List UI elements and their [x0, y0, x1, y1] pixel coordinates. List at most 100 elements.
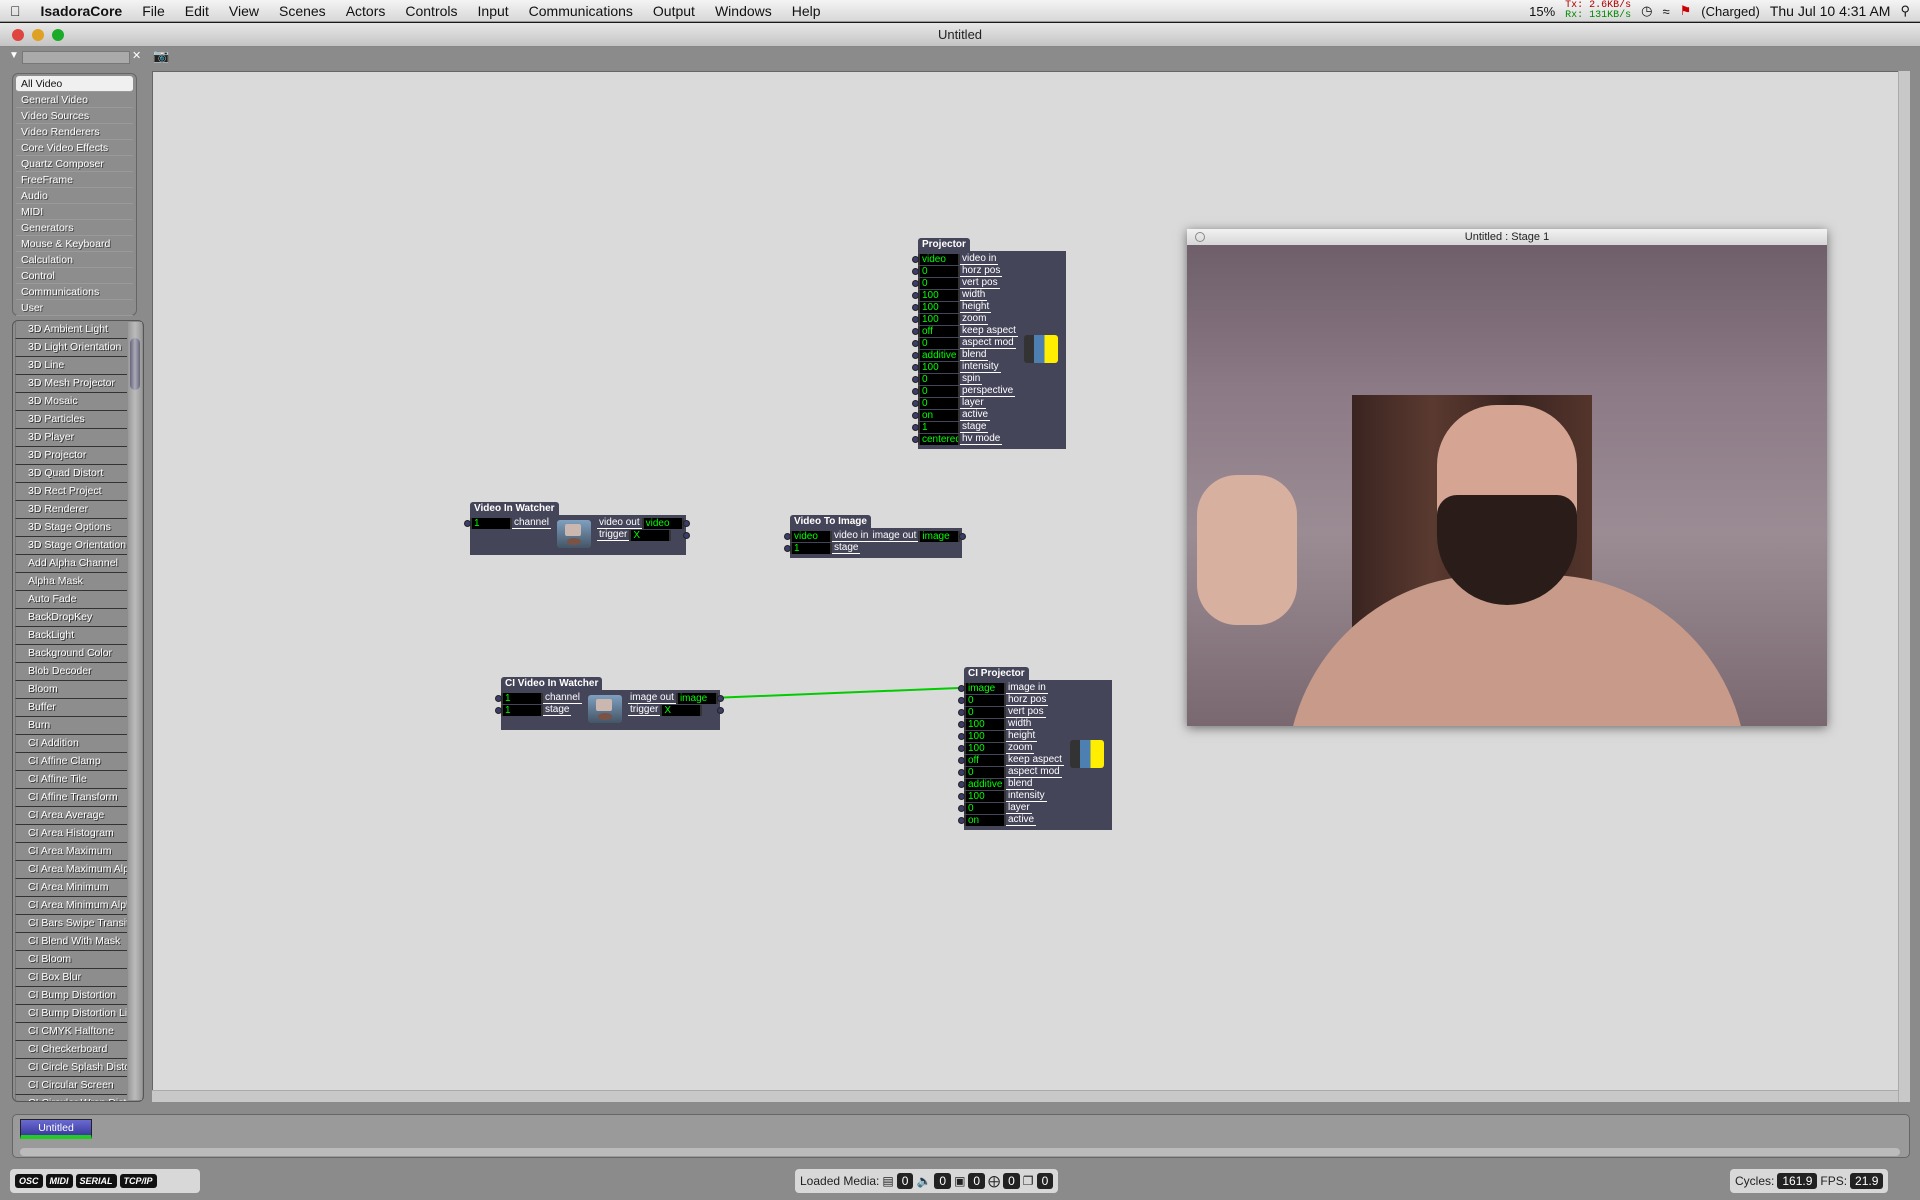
scroll-thumb[interactable] [130, 338, 140, 390]
actor-list-item[interactable]: CI Area Average [15, 807, 127, 825]
actor-ci-video-in-watcher[interactable]: CI Video In Watcher 1 channel 1 stage image o… [495, 677, 724, 730]
actor-list-item[interactable]: 3D Mesh Projector [15, 375, 127, 393]
flag-icon[interactable]: ⚑ [1680, 3, 1692, 19]
input-port[interactable] [912, 303, 919, 311]
actor-title[interactable]: Video In Watcher [470, 502, 559, 515]
input-value[interactable]: 1 [501, 692, 543, 704]
actor-list-item[interactable]: CI Circular Screen [15, 1077, 127, 1095]
menu-app[interactable]: IsadoraCore [31, 3, 133, 19]
time-machine-icon[interactable]: ◷ [1641, 3, 1652, 19]
input-port[interactable] [912, 399, 919, 407]
actor-list-item[interactable]: BackDropKey [15, 609, 127, 627]
input-port[interactable] [912, 423, 919, 431]
menu-edit[interactable]: Edit [175, 3, 219, 19]
wifi-icon[interactable]: ≈ [1663, 4, 1670, 19]
category-item[interactable]: Generators [16, 220, 133, 236]
actor-title[interactable]: CI Video In Watcher [501, 677, 603, 690]
output-port[interactable] [682, 531, 690, 539]
spotlight-icon[interactable]: ⚲ [1900, 3, 1910, 19]
actor-list-item[interactable]: 3D Player [15, 429, 127, 447]
input-port[interactable] [912, 315, 919, 323]
input-value[interactable]: centered [918, 433, 960, 445]
actor-list-item[interactable]: CI Circular Wrap Distortion [15, 1095, 127, 1101]
category-item[interactable]: Calculation [16, 252, 133, 268]
category-item[interactable]: All Video [16, 76, 133, 92]
actor-list-item[interactable]: CI Bloom [15, 951, 127, 969]
input-port[interactable] [958, 720, 965, 728]
input-port[interactable] [958, 792, 965, 800]
input-port[interactable] [912, 327, 919, 335]
input-port[interactable] [912, 279, 919, 287]
input-value[interactable]: 100 [918, 289, 960, 301]
category-item[interactable]: General Video [16, 92, 133, 108]
zoom-button[interactable] [52, 29, 64, 41]
close-button[interactable] [12, 29, 24, 41]
actor-list-item[interactable]: 3D Rect Project [15, 483, 127, 501]
actor-list-item[interactable]: CI Blend With Mask [15, 933, 127, 951]
input-port[interactable] [912, 435, 919, 443]
disclosure-icon[interactable]: ▼ [9, 50, 19, 61]
output-port[interactable] [959, 532, 967, 540]
category-item[interactable]: Communications [16, 284, 133, 300]
input-value[interactable]: 0 [918, 337, 960, 349]
menu-output[interactable]: Output [643, 3, 705, 19]
actor-list-item[interactable]: 3D Particles [15, 411, 127, 429]
actor-list-item[interactable]: 3D Quad Distort [15, 465, 127, 483]
input-value[interactable]: on [918, 409, 960, 421]
input-value[interactable]: 100 [964, 742, 1006, 754]
actor-list-item[interactable]: CI Bars Swipe Transition [15, 915, 127, 933]
apple-icon[interactable]:  [0, 3, 31, 19]
input-port[interactable] [912, 339, 919, 347]
input-value[interactable]: 0 [918, 397, 960, 409]
input-value[interactable]: 0 [918, 265, 960, 277]
input-port[interactable] [958, 708, 965, 716]
scene-untitled[interactable]: Untitled [20, 1119, 92, 1139]
stage-window[interactable]: Untitled : Stage 1 [1187, 229, 1827, 726]
input-port[interactable] [912, 255, 919, 263]
actor-list-item[interactable]: CI CMYK Halftone [15, 1023, 127, 1041]
input-port[interactable] [784, 532, 791, 540]
menu-view[interactable]: View [219, 3, 269, 19]
input-port[interactable] [958, 756, 965, 764]
canvas-hscrollbar[interactable] [152, 1090, 1910, 1102]
actor-list-item[interactable]: Buffer [15, 699, 127, 717]
menu-input[interactable]: Input [468, 3, 519, 19]
actor-title[interactable]: CI Projector [964, 667, 1029, 680]
category-item[interactable]: Core Video Effects [16, 140, 133, 156]
canvas-vscrollbar[interactable] [1898, 71, 1910, 1102]
input-port[interactable] [912, 267, 919, 275]
clock[interactable]: Thu Jul 10 4:31 AM [1770, 3, 1891, 19]
actor-list-item[interactable]: Add Alpha Channel [15, 555, 127, 573]
input-value[interactable]: 0 [964, 706, 1006, 718]
actor-list-item[interactable]: CI Area Histogram [15, 825, 127, 843]
input-port[interactable] [912, 351, 919, 359]
input-value[interactable]: on [964, 814, 1006, 826]
actor-list-item[interactable]: CI Affine Clamp [15, 753, 127, 771]
input-value[interactable]: 100 [918, 361, 960, 373]
input-value[interactable]: additive [918, 349, 960, 361]
category-item[interactable]: FreeFrame [16, 172, 133, 188]
category-item[interactable]: Mouse & Keyboard [16, 236, 133, 252]
actor-list-item[interactable]: CI Area Minimum Alpha [15, 897, 127, 915]
input-value[interactable]: 100 [964, 790, 1006, 802]
actor-list-item[interactable]: CI Area Maximum [15, 843, 127, 861]
input-value[interactable]: 0 [964, 694, 1006, 706]
input-port[interactable] [495, 706, 502, 714]
input-value[interactable]: video [918, 253, 960, 265]
actor-list-item[interactable]: Burn [15, 717, 127, 735]
actor-list-item[interactable]: CI Bump Distortion [15, 987, 127, 1005]
actor-list-item[interactable]: Alpha Mask [15, 573, 127, 591]
input-value[interactable]: 100 [918, 301, 960, 313]
category-item[interactable]: Video Renderers [16, 124, 133, 140]
actor-list-scrollbar[interactable] [128, 322, 142, 1100]
input-value[interactable]: 0 [918, 277, 960, 289]
input-value[interactable]: 0 [964, 802, 1006, 814]
input-port[interactable] [912, 375, 919, 383]
actor-list-item[interactable]: 3D Stage Options [15, 519, 127, 537]
input-port[interactable] [958, 696, 965, 704]
input-value[interactable]: 100 [918, 313, 960, 325]
input-value[interactable]: 100 [964, 730, 1006, 742]
input-value[interactable]: 1 [918, 421, 960, 433]
category-item[interactable]: MIDI [16, 204, 133, 220]
input-port[interactable] [784, 544, 791, 552]
